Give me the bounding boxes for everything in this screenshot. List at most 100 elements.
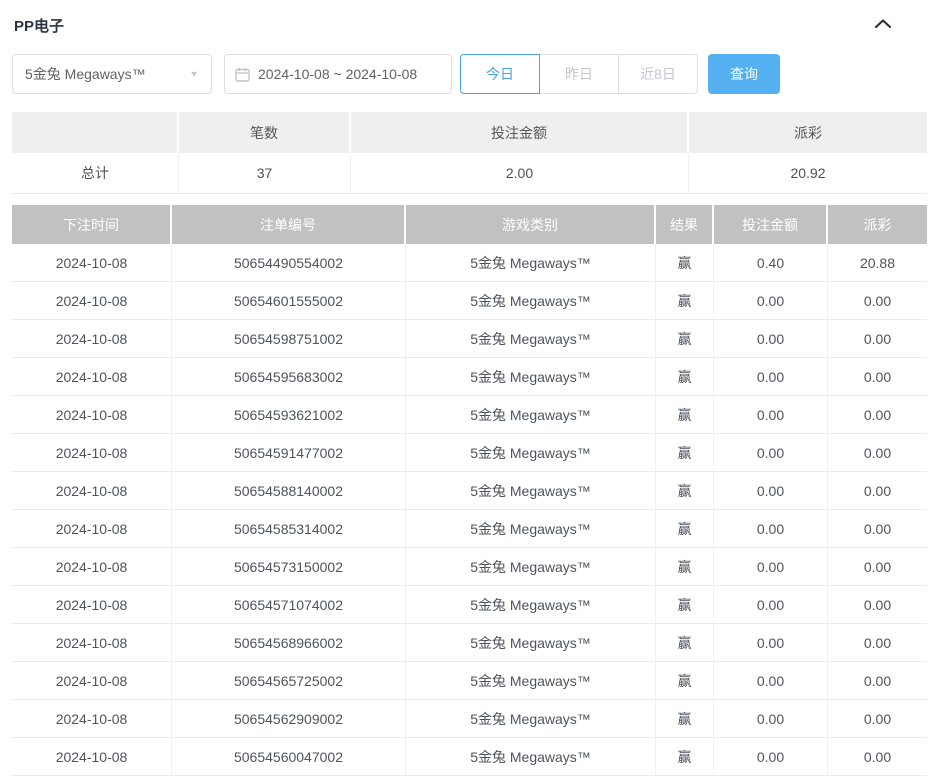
cell-result: 赢: [656, 586, 714, 624]
cell-payout: 0.00: [828, 320, 927, 358]
cell-bet-amount: 0.00: [714, 320, 828, 358]
cell-bet-amount: 0.00: [714, 662, 828, 700]
page-title: PP电子: [14, 15, 64, 36]
cell-payout: 0.00: [828, 472, 927, 510]
table-row: 2024-10-08506544905540025金兔 Megaways™赢0.…: [12, 244, 927, 282]
summary-table: 笔数 投注金额 派彩 总计 37 2.00 20.92: [12, 112, 927, 194]
cell-bet-time: 2024-10-08: [12, 510, 172, 548]
cell-result: 赢: [656, 282, 714, 320]
filter-bar: 5金兔 Megaways™ ▼ 2024-10-08 ~ 2024-10-08 …: [12, 54, 927, 94]
last-8-days-button[interactable]: 近8日: [618, 54, 698, 94]
collapse-panel-button[interactable]: [869, 14, 897, 36]
cell-payout: 0.00: [828, 396, 927, 434]
cell-bet-amount: 0.00: [714, 586, 828, 624]
cell-bet-amount: 0.00: [714, 282, 828, 320]
summary-total-count: 37: [179, 153, 351, 194]
table-row: 2024-10-08506545657250025金兔 Megaways™赢0.…: [12, 662, 927, 700]
cell-result: 赢: [656, 396, 714, 434]
cell-bet-time: 2024-10-08: [12, 662, 172, 700]
cell-result: 赢: [656, 472, 714, 510]
cell-game-category: 5金兔 Megaways™: [406, 320, 656, 358]
col-result: 结果: [656, 205, 714, 244]
summary-col-count: 笔数: [179, 112, 351, 153]
cell-game-category: 5金兔 Megaways™: [406, 586, 656, 624]
cell-payout: 0.00: [828, 358, 927, 396]
table-row: 2024-10-08506545731500025金兔 Megaways™赢0.…: [12, 548, 927, 586]
cell-bet-time: 2024-10-08: [12, 472, 172, 510]
cell-result: 赢: [656, 624, 714, 662]
table-row: 2024-10-08506545710740025金兔 Megaways™赢0.…: [12, 586, 927, 624]
calendar-icon: [235, 67, 250, 82]
cell-bet-amount: 0.00: [714, 472, 828, 510]
cell-game-category: 5金兔 Megaways™: [406, 434, 656, 472]
summary-total-bet-amount: 2.00: [351, 153, 689, 194]
cell-bet-id: 50654565725002: [172, 662, 406, 700]
table-row: 2024-10-08506545689660025金兔 Megaways™赢0.…: [12, 624, 927, 662]
summary-col-empty: [12, 112, 179, 153]
cell-game-category: 5金兔 Megaways™: [406, 396, 656, 434]
cell-bet-id: 50654568966002: [172, 624, 406, 662]
cell-bet-amount: 0.00: [714, 548, 828, 586]
date-range-input[interactable]: 2024-10-08 ~ 2024-10-08: [224, 54, 452, 94]
cell-payout: 20.88: [828, 244, 927, 282]
cell-bet-id: 50654585314002: [172, 510, 406, 548]
cell-bet-id: 50654571074002: [172, 586, 406, 624]
cell-result: 赢: [656, 738, 714, 776]
table-row: 2024-10-08506545956830025金兔 Megaways™赢0.…: [12, 358, 927, 396]
cell-result: 赢: [656, 510, 714, 548]
cell-bet-time: 2024-10-08: [12, 244, 172, 282]
cell-bet-amount: 0.00: [714, 510, 828, 548]
cell-result: 赢: [656, 548, 714, 586]
cell-bet-time: 2024-10-08: [12, 700, 172, 738]
cell-bet-time: 2024-10-08: [12, 586, 172, 624]
cell-payout: 0.00: [828, 738, 927, 776]
summary-col-payout: 派彩: [689, 112, 927, 153]
quick-date-button-group: 今日 昨日 近8日: [460, 54, 698, 94]
cell-bet-id: 50654598751002: [172, 320, 406, 358]
cell-payout: 0.00: [828, 700, 927, 738]
col-bet-time: 下注时间: [12, 205, 172, 244]
cell-game-category: 5金兔 Megaways™: [406, 700, 656, 738]
summary-total-row: 总计 37 2.00 20.92: [12, 153, 927, 194]
table-row: 2024-10-08506545936210025金兔 Megaways™赢0.…: [12, 396, 927, 434]
game-select[interactable]: 5金兔 Megaways™ ▼: [12, 54, 212, 94]
cell-result: 赢: [656, 358, 714, 396]
cell-bet-amount: 0.00: [714, 700, 828, 738]
cell-bet-time: 2024-10-08: [12, 396, 172, 434]
panel-header: PP电子: [12, 0, 927, 48]
cell-bet-id: 50654601555002: [172, 282, 406, 320]
cell-result: 赢: [656, 434, 714, 472]
cell-bet-time: 2024-10-08: [12, 624, 172, 662]
bet-records-table: 下注时间 注单编号 游戏类别 结果 投注金额 派彩 2024-10-085065…: [12, 205, 927, 776]
cell-payout: 0.00: [828, 624, 927, 662]
cell-bet-time: 2024-10-08: [12, 282, 172, 320]
cell-bet-id: 50654490554002: [172, 244, 406, 282]
search-button[interactable]: 查询: [708, 54, 780, 94]
cell-game-category: 5金兔 Megaways™: [406, 244, 656, 282]
cell-result: 赢: [656, 244, 714, 282]
cell-bet-time: 2024-10-08: [12, 738, 172, 776]
yesterday-button[interactable]: 昨日: [539, 54, 619, 94]
cell-bet-id: 50654591477002: [172, 434, 406, 472]
cell-game-category: 5金兔 Megaways™: [406, 738, 656, 776]
summary-total-payout: 20.92: [689, 153, 927, 194]
cell-bet-amount: 0.40: [714, 244, 828, 282]
cell-bet-id: 50654588140002: [172, 472, 406, 510]
today-button[interactable]: 今日: [460, 54, 540, 94]
cell-bet-id: 50654562909002: [172, 700, 406, 738]
cell-bet-time: 2024-10-08: [12, 320, 172, 358]
table-row: 2024-10-08506545987510025金兔 Megaways™赢0.…: [12, 320, 927, 358]
cell-payout: 0.00: [828, 282, 927, 320]
cell-payout: 0.00: [828, 548, 927, 586]
table-row: 2024-10-08506546015550025金兔 Megaways™赢0.…: [12, 282, 927, 320]
pp-electronic-panel: PP电子 5金兔 Megaways™ ▼ 2024-10-08 ~ 2024-1…: [0, 0, 939, 776]
cell-payout: 0.00: [828, 510, 927, 548]
cell-bet-time: 2024-10-08: [12, 548, 172, 586]
cell-payout: 0.00: [828, 434, 927, 472]
table-row: 2024-10-08506545629090025金兔 Megaways™赢0.…: [12, 700, 927, 738]
cell-payout: 0.00: [828, 586, 927, 624]
cell-result: 赢: [656, 662, 714, 700]
bet-table-body: 2024-10-08506544905540025金兔 Megaways™赢0.…: [12, 244, 927, 776]
table-row: 2024-10-08506545600470025金兔 Megaways™赢 0.…: [12, 738, 927, 776]
cell-bet-id: 50654560047002: [172, 738, 406, 776]
